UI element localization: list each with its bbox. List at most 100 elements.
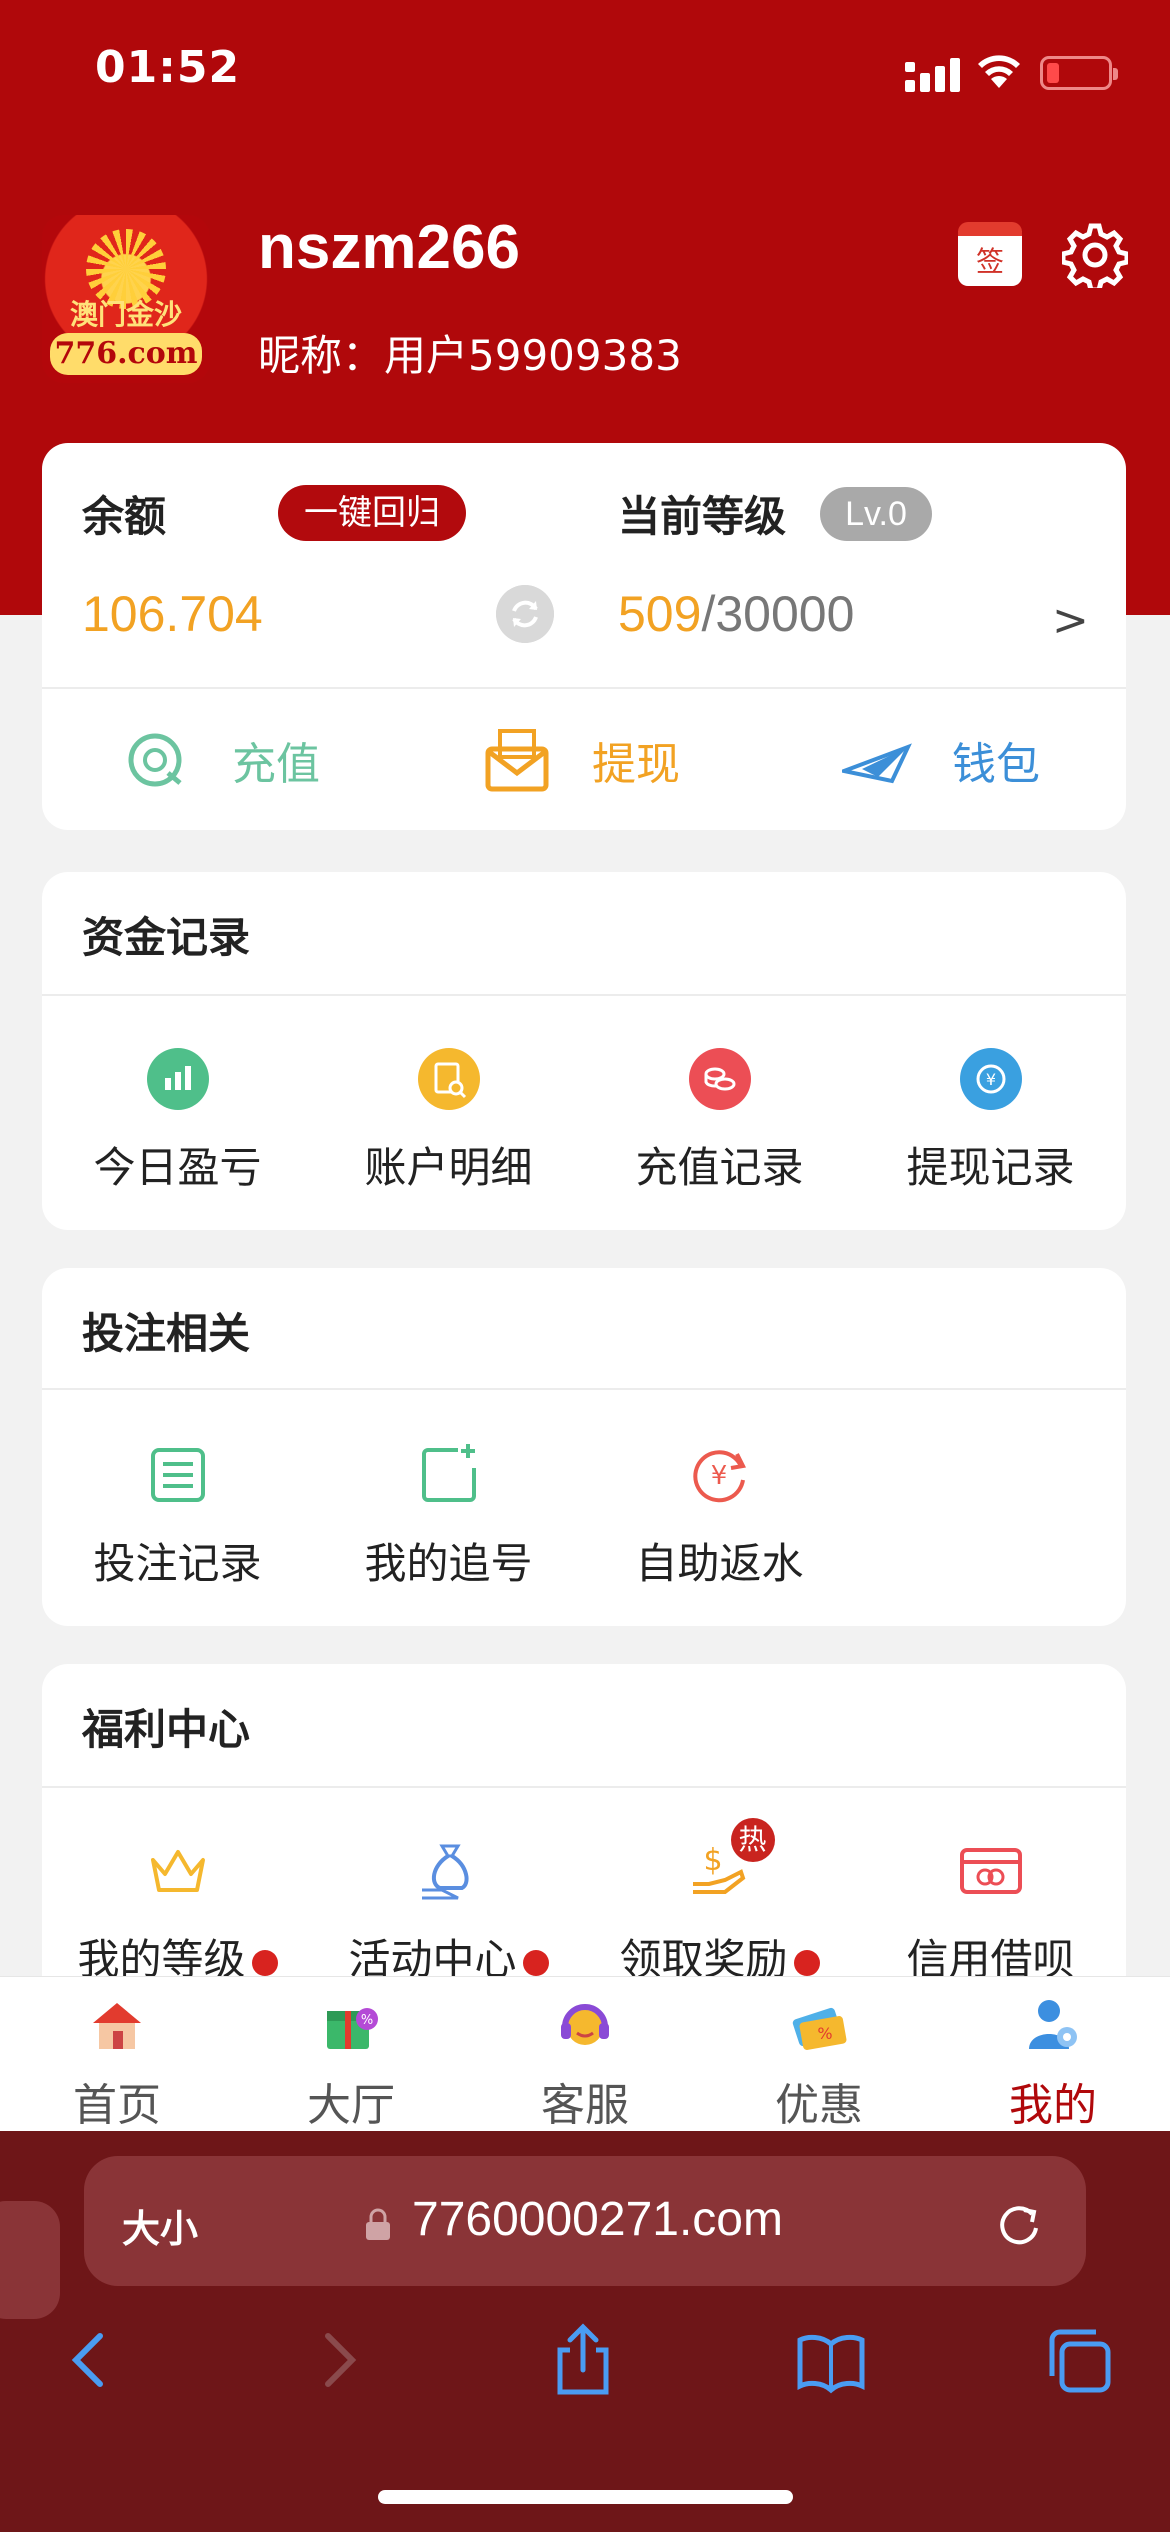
recharge-record-item[interactable]: 充值记录 xyxy=(584,1048,855,1195)
betting-title: 投注相关 xyxy=(82,1309,251,1358)
hot-badge: 热 xyxy=(730,1818,775,1862)
my-chase-item[interactable]: 我的追号 xyxy=(313,1444,584,1591)
level-badge: Lv.0 xyxy=(820,487,932,541)
divider xyxy=(42,994,1126,996)
tab-service-label: 客服 xyxy=(541,2080,629,2131)
welfare-title: 福利中心 xyxy=(82,1705,251,1754)
sign-in-label: 签 xyxy=(975,245,1004,278)
yuan-refresh-icon: ¥ xyxy=(959,1048,1022,1110)
account-detail-label: 账户明细 xyxy=(364,1143,533,1192)
status-time: 01:52 xyxy=(95,42,241,93)
nickname: 昵称：用户59909383 xyxy=(258,322,682,383)
bookmarks-icon[interactable] xyxy=(796,2322,866,2398)
previous-tab-peek[interactable] xyxy=(0,2201,60,2319)
tabs-icon[interactable] xyxy=(1044,2322,1114,2398)
share-icon[interactable] xyxy=(548,2322,618,2398)
url-text[interactable]: 7760000271.com xyxy=(412,2192,783,2247)
wallet-button[interactable]: 钱包 xyxy=(842,705,1040,815)
list-icon xyxy=(147,1444,209,1506)
welfare-card: 福利中心 我的等级 活动中心 $ 热 领取奖励 信用借呗 xyxy=(42,1664,1126,2004)
withdraw-record-label: 提现记录 xyxy=(906,1143,1075,1192)
gift-icon: % xyxy=(327,2008,378,2049)
tab-lobby-label: 大厅 xyxy=(307,2080,395,2131)
lock-icon xyxy=(366,2208,390,2240)
coins-icon xyxy=(688,1048,751,1110)
withdraw-record-item[interactable]: ¥ 提现记录 xyxy=(855,1048,1126,1195)
cellular-signal-icon xyxy=(905,58,960,92)
account-detail-item[interactable]: 账户明细 xyxy=(313,1048,584,1195)
divider xyxy=(42,687,1126,689)
yuan-cycle-icon: ¥ xyxy=(689,1444,751,1506)
forward-arrow-icon[interactable] xyxy=(304,2322,374,2398)
level-target: 30000 xyxy=(715,586,855,642)
balance-value: 106.704 xyxy=(82,586,263,642)
refresh-balance-icon[interactable] xyxy=(496,585,554,643)
notification-dot xyxy=(793,1949,820,1976)
activity-center-item[interactable]: 活动中心 xyxy=(313,1840,584,1987)
avatar-logo-text: 澳门金沙 xyxy=(69,298,182,331)
divider xyxy=(42,1786,1126,1788)
today-profit-label: 今日盈亏 xyxy=(93,1143,262,1192)
card-icon xyxy=(959,1840,1022,1902)
bottom-tab-bar: 首页 % 大厅 客服 % 优惠 我的 xyxy=(0,1976,1170,2131)
credit-loan-item[interactable]: 信用借呗 xyxy=(855,1840,1126,1987)
balance-card: 余额 一键回归 106.704 当前等级 Lv.0 509/30000 > 充值… xyxy=(42,443,1126,830)
dollar-hand-icon: $ 热 xyxy=(689,1818,775,1902)
status-bar: 01:52 xyxy=(0,0,1170,140)
tab-lobby[interactable]: % 大厅 xyxy=(234,1995,468,2133)
house-icon xyxy=(93,2003,141,2049)
wallet-label: 钱包 xyxy=(952,739,1040,790)
reload-icon[interactable] xyxy=(994,2200,1044,2250)
sign-in-calendar-button[interactable]: 签 xyxy=(958,222,1022,286)
level-label: 当前等级 xyxy=(618,492,787,541)
tab-mine[interactable]: 我的 xyxy=(936,1995,1170,2133)
svg-text:$: $ xyxy=(703,1843,722,1878)
claim-reward-item[interactable]: $ 热 领取奖励 xyxy=(584,1818,855,1987)
tab-service[interactable]: 客服 xyxy=(468,1995,702,2133)
coupon-icon: % xyxy=(792,2007,847,2050)
wifi-icon xyxy=(978,55,1020,88)
avatar-logo-url: 776.com xyxy=(50,333,202,375)
level-separator: / xyxy=(701,586,716,642)
recharge-button[interactable]: 充值 xyxy=(122,705,320,815)
tab-promotions-label: 优惠 xyxy=(775,2080,863,2131)
my-level-item[interactable]: 我的等级 xyxy=(42,1840,313,1987)
divider xyxy=(42,1388,1126,1390)
fund-records-title: 资金记录 xyxy=(82,913,251,962)
level-detail-arrow[interactable]: > xyxy=(1052,595,1089,646)
money-bag-icon xyxy=(418,1840,480,1902)
tab-home-label: 首页 xyxy=(73,2080,161,2131)
recharge-icon xyxy=(128,733,182,787)
svg-text:%: % xyxy=(361,2013,373,2028)
betting-card: 投注相关 投注记录 我的追号 ¥ 自助返水 xyxy=(42,1268,1126,1626)
today-profit-item[interactable]: 今日盈亏 xyxy=(42,1048,313,1195)
recharge-label: 充值 xyxy=(232,739,320,790)
username: nszm266 xyxy=(258,213,520,282)
nickname-label: 昵称： xyxy=(258,331,385,380)
withdraw-label: 提现 xyxy=(592,739,680,790)
tab-home[interactable]: 首页 xyxy=(0,1995,234,2133)
battery-icon xyxy=(1040,56,1118,90)
my-chase-label: 我的追号 xyxy=(364,1539,533,1588)
recharge-record-label: 充值记录 xyxy=(635,1143,804,1192)
self-rebate-label: 自助返水 xyxy=(635,1539,804,1588)
wallet-plane-icon xyxy=(842,743,912,784)
headset-icon xyxy=(561,2004,609,2045)
withdraw-button[interactable]: 提现 xyxy=(482,705,680,815)
tab-promotions[interactable]: % 优惠 xyxy=(702,1995,936,2133)
avatar[interactable]: 澳门金沙 776.com xyxy=(42,215,210,383)
self-rebate-item[interactable]: ¥ 自助返水 xyxy=(584,1444,855,1591)
text-size-button[interactable]: 大小 xyxy=(122,2198,198,2253)
notification-dot xyxy=(251,1949,278,1976)
back-arrow-icon[interactable] xyxy=(54,2322,124,2398)
home-indicator xyxy=(378,2490,793,2504)
crown-icon xyxy=(147,1840,209,1902)
notification-dot xyxy=(522,1949,549,1976)
nickname-value: 用户59909383 xyxy=(384,331,682,380)
bet-record-item[interactable]: 投注记录 xyxy=(42,1444,313,1591)
gear-icon[interactable] xyxy=(1062,222,1128,288)
bar-chart-icon xyxy=(146,1048,209,1110)
add-note-icon xyxy=(418,1444,480,1506)
recall-all-button[interactable]: 一键回归 xyxy=(278,485,466,541)
balance-label: 余额 xyxy=(82,492,167,541)
